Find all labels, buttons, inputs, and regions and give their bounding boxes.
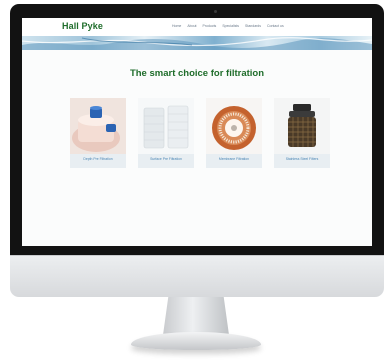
product-label[interactable]: Membrane Filtration [206, 157, 262, 161]
nav-item-specialists[interactable]: Specialists [222, 24, 239, 28]
product-grid: Depth Pre Filtration Surface Pre Filtrat… [70, 98, 330, 168]
main-nav: Home About Products Specialists Standard… [172, 24, 284, 28]
nav-item-products[interactable]: Products [203, 24, 217, 28]
camera-icon [214, 10, 217, 13]
monitor-stand-neck [163, 297, 229, 335]
product-card-depth[interactable]: Depth Pre Filtration [70, 98, 126, 168]
monitor-chin [10, 255, 384, 297]
membrane-filter-image [206, 98, 262, 154]
product-label[interactable]: Depth Pre Filtration [70, 157, 126, 161]
product-card-surface[interactable]: Surface Pre Filtration [138, 98, 194, 168]
water-banner [22, 36, 372, 50]
steel-filter-image [274, 98, 330, 154]
depth-filter-image [70, 98, 126, 154]
nav-item-contact[interactable]: Contact us [267, 24, 284, 28]
product-label[interactable]: Stainless Steel Filters [274, 157, 330, 161]
nav-item-about[interactable]: About [187, 24, 196, 28]
nav-item-standards[interactable]: Standards [245, 24, 261, 28]
site-logo[interactable]: Hall Pyke [62, 21, 103, 31]
imac-mockup: Hall Pyke Home About Products Specialist… [0, 0, 392, 364]
monitor-stand-foot [131, 332, 261, 350]
surface-filter-image [138, 98, 194, 154]
monitor-screen: Hall Pyke Home About Products Specialist… [22, 18, 372, 246]
product-card-steel[interactable]: Stainless Steel Filters [274, 98, 330, 168]
site-header: Hall Pyke Home About Products Specialist… [22, 18, 372, 36]
product-label[interactable]: Surface Pre Filtration [138, 157, 194, 161]
nav-item-home[interactable]: Home [172, 24, 181, 28]
product-card-membrane[interactable]: Membrane Filtration [206, 98, 262, 168]
water-splash-image [22, 37, 372, 50]
page-headline: The smart choice for filtration [129, 68, 265, 79]
